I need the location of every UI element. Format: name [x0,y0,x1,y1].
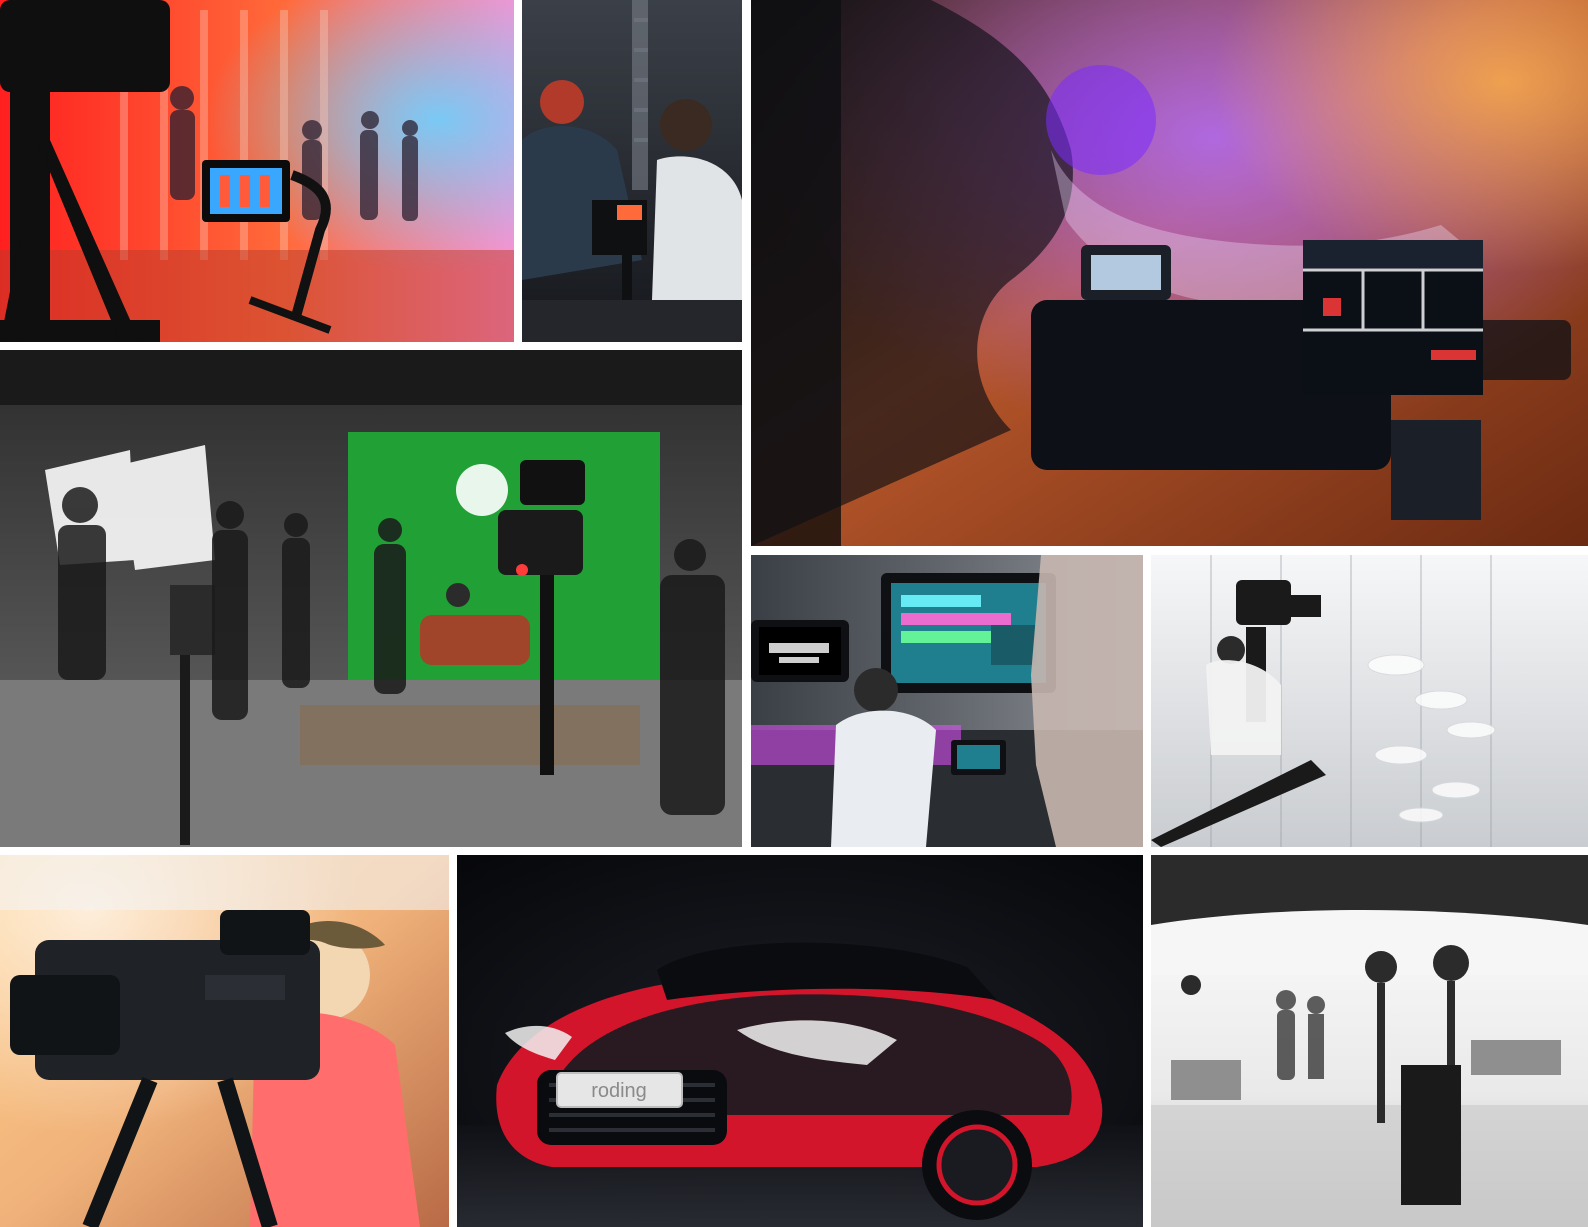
photo-clapperboard-set [751,0,1588,546]
camera-operator-illustration [0,855,449,1227]
photo-red-black-roadster: roding [457,855,1143,1227]
concert-scene-illustration [0,0,514,342]
license-plate-text: roding [591,1080,647,1102]
greenscreen-studio-illustration [0,350,742,847]
photo-greenscreen-studio [0,350,742,847]
photo-gimbal-rig-crew [522,0,742,342]
photo-white-cyclorama-studio [1151,855,1588,1227]
cyclorama-studio-illustration [1151,855,1588,1227]
camera-crane-illustration [1151,555,1588,847]
roadster-car-illustration: roding [457,855,1143,1227]
photo-camera-crane [1151,555,1588,847]
audio-editing-illustration [751,555,1143,847]
photo-camera-operator [0,855,449,1227]
photo-audio-editing-room [751,555,1143,847]
photo-concert-camera-monitor [0,0,514,342]
gimbal-crew-illustration [522,0,742,342]
clapperboard-set-illustration [751,0,1588,546]
